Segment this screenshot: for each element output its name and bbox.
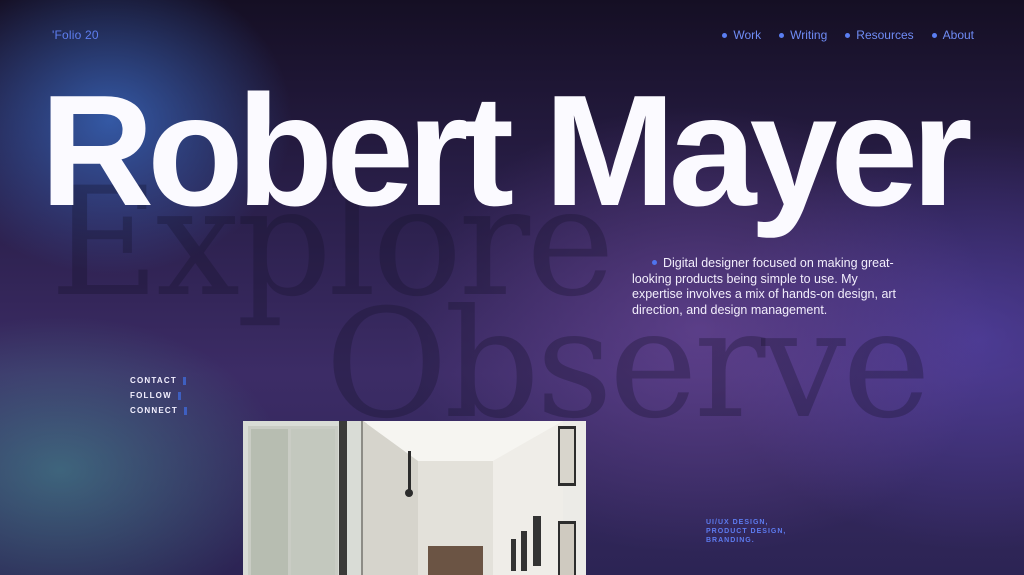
bullet-dot-icon xyxy=(779,32,785,38)
follow-link[interactable]: FOLLOW xyxy=(130,391,187,400)
service-uiux: UI/UX DESIGN, xyxy=(706,519,769,526)
contact-link[interactable]: CONTACT xyxy=(130,376,187,385)
service-branding: BRANDING. xyxy=(706,537,755,544)
nav-label-about: About xyxy=(942,28,974,42)
bullet-dot-icon xyxy=(845,32,851,38)
bullet-dot-icon xyxy=(722,32,728,38)
nav-label-work: Work xyxy=(733,28,762,42)
nav-item-about[interactable]: About xyxy=(931,28,974,42)
link-marker-icon xyxy=(183,406,187,415)
intro-text: Digital designer focused on making great… xyxy=(632,256,897,317)
nav-item-work[interactable]: Work xyxy=(722,28,761,42)
service-product: PRODUCT DESIGN, xyxy=(706,528,787,535)
hero-title: Robert Mayer xyxy=(40,63,973,239)
nav-label-resources: Resources xyxy=(856,28,914,42)
contact-label: CONTACT xyxy=(130,376,177,385)
site-brand[interactable]: 'Folio 20 xyxy=(52,28,99,42)
social-links: CONTACT FOLLOW CONNECT xyxy=(130,376,187,415)
hallway-photo-image xyxy=(243,421,586,575)
link-marker-icon xyxy=(177,391,181,400)
bullet-dot-icon xyxy=(931,32,937,38)
link-marker-icon xyxy=(182,376,186,385)
bullet-dot-icon xyxy=(652,260,657,265)
connect-label: CONNECT xyxy=(130,406,178,415)
nav-item-resources[interactable]: Resources xyxy=(845,28,914,42)
follow-label: FOLLOW xyxy=(130,391,172,400)
nav-item-writing[interactable]: Writing xyxy=(779,28,827,42)
services-list: UI/UX DESIGN, PRODUCT DESIGN, BRANDING. xyxy=(706,519,786,544)
hallway-photo xyxy=(243,421,586,575)
main-nav: Work Writing Resources About xyxy=(722,28,974,42)
connect-link[interactable]: CONNECT xyxy=(130,406,187,415)
intro-paragraph: Digital designer focused on making great… xyxy=(632,256,902,318)
nav-label-writing: Writing xyxy=(790,28,828,42)
